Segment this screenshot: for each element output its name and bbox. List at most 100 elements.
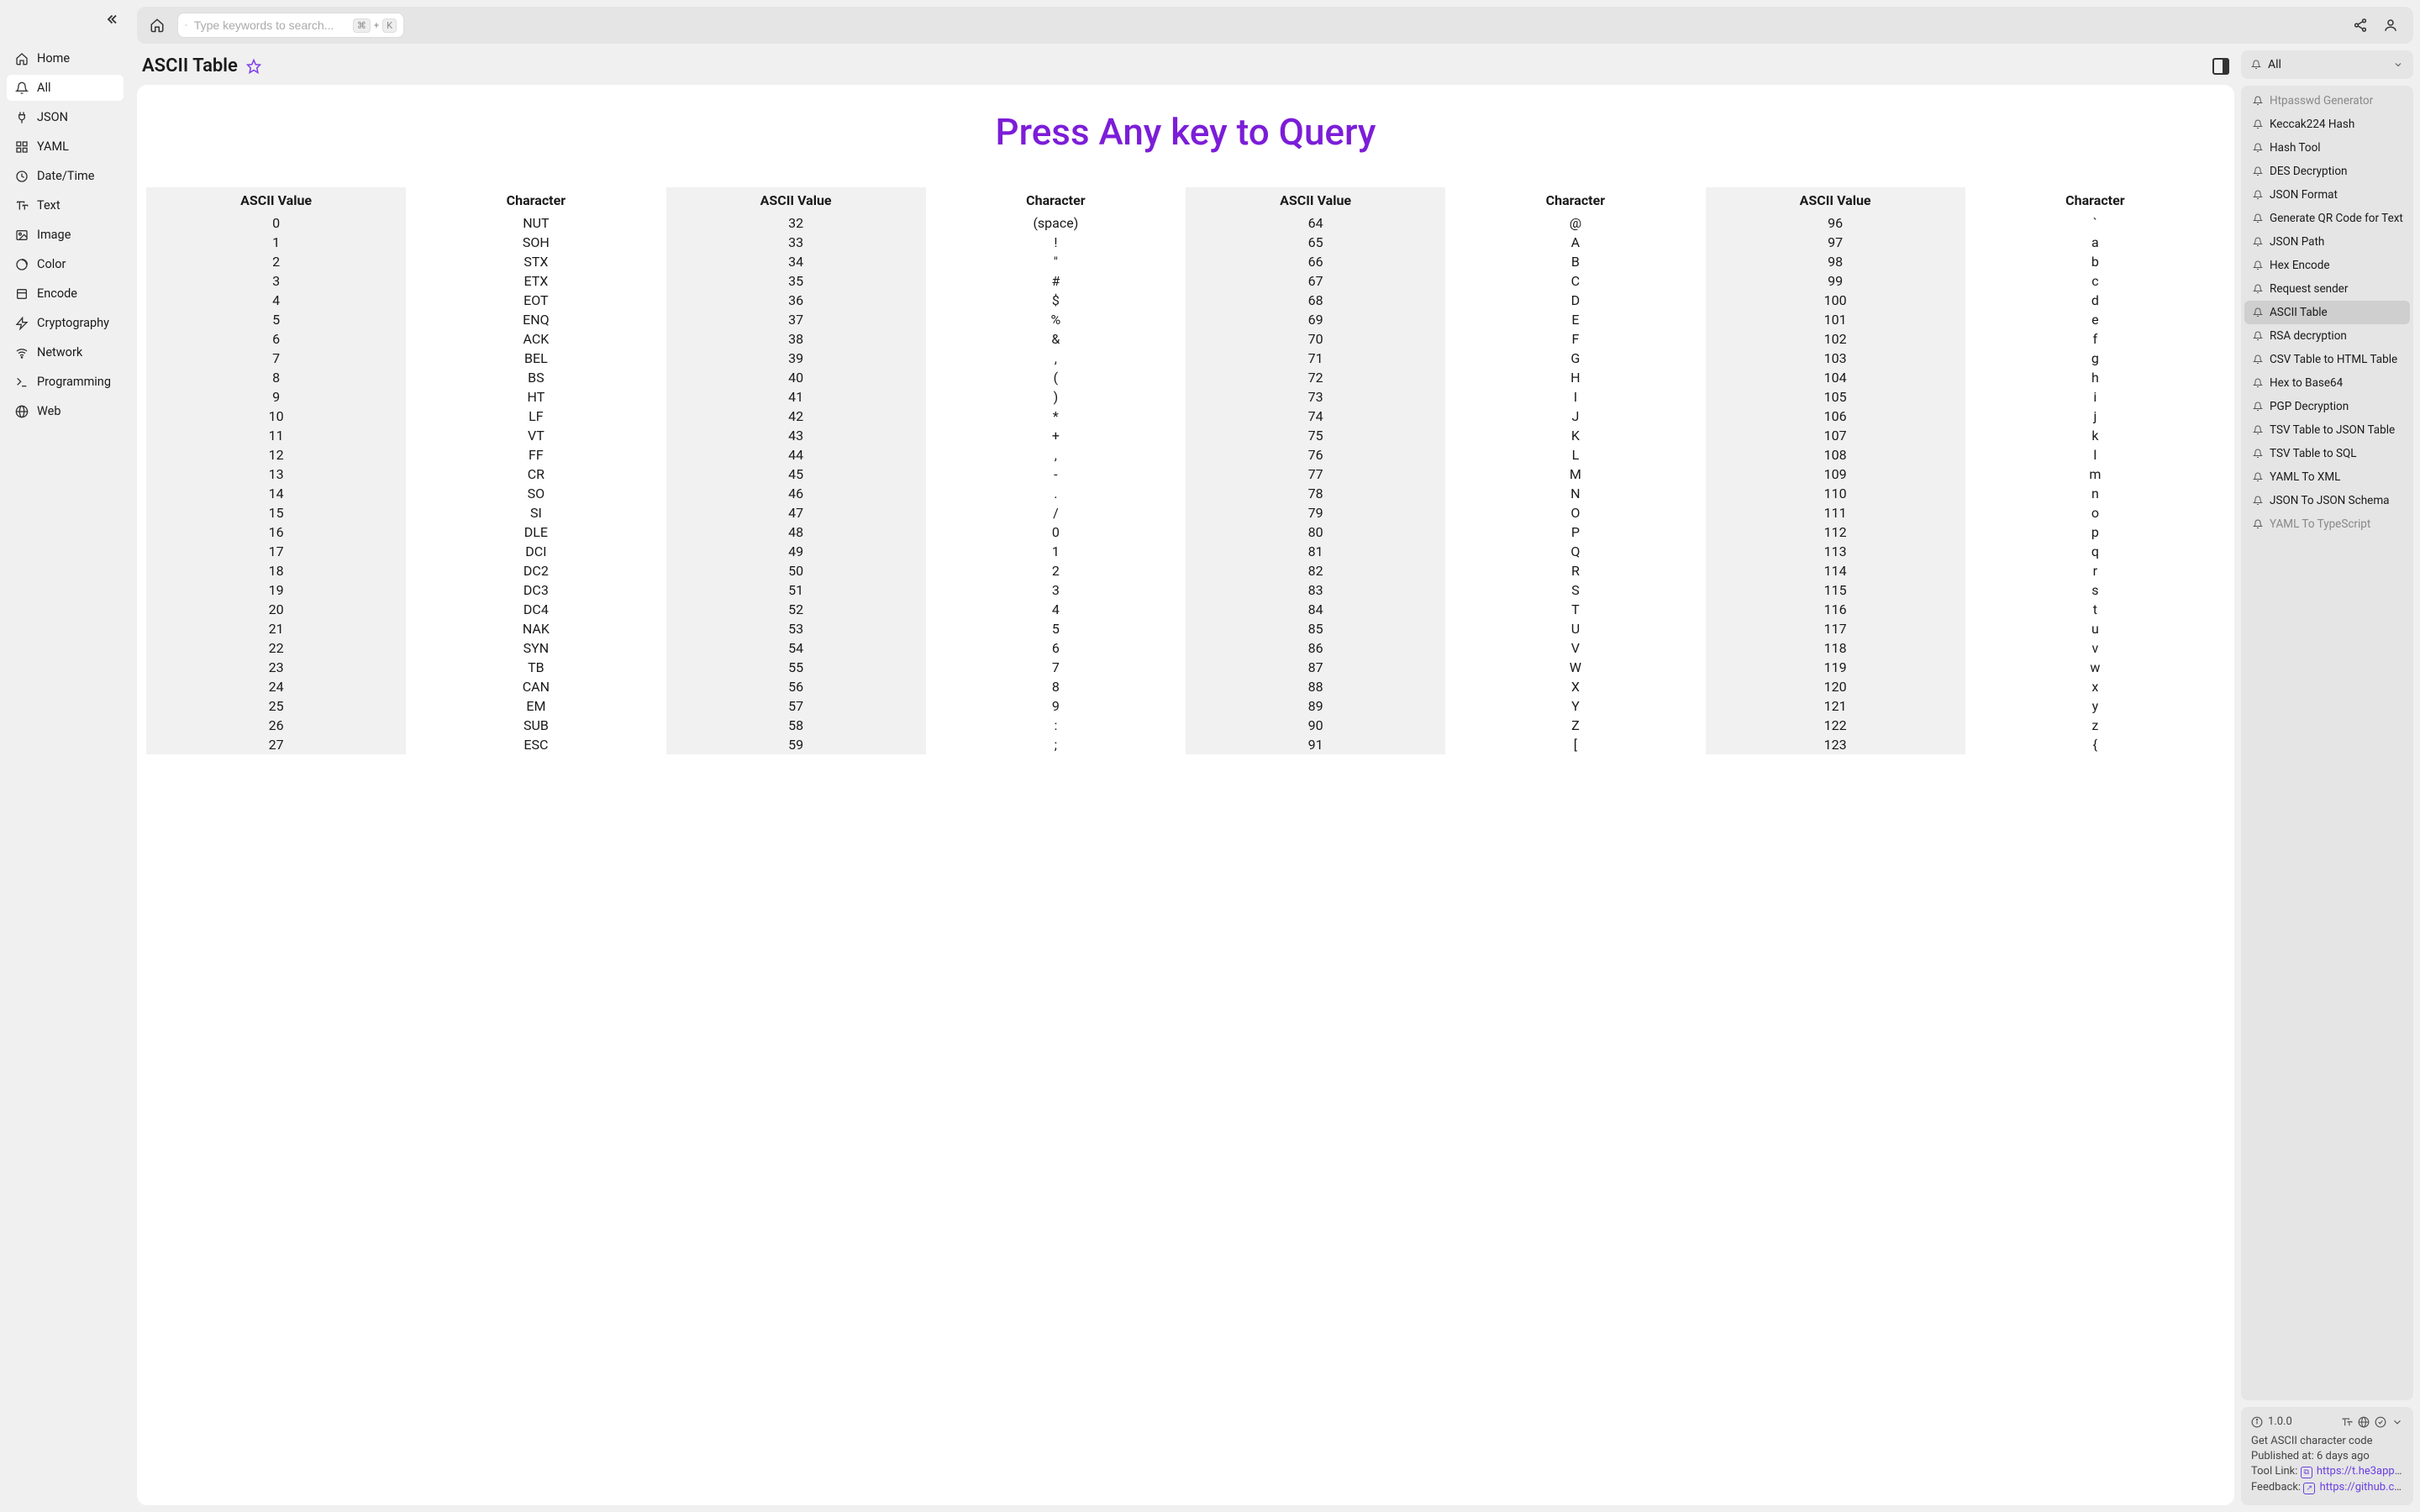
tool-list-item-label: JSON Path bbox=[2270, 235, 2324, 249]
table-cell: 49 bbox=[666, 542, 926, 561]
sidebar-item-text[interactable]: Text bbox=[7, 192, 124, 218]
tool-list-item[interactable]: YAML To XML bbox=[2244, 465, 2410, 489]
table-cell: * bbox=[926, 407, 1186, 426]
table-cell: 82 bbox=[1186, 561, 1445, 580]
table-cell: i bbox=[1965, 387, 2225, 407]
tool-list-item[interactable]: DES Decryption bbox=[2244, 160, 2410, 183]
table-cell: EM bbox=[406, 696, 666, 716]
table-cell: 39 bbox=[666, 349, 926, 368]
table-cell: 5 bbox=[146, 310, 406, 329]
right-panel-filter-dropdown[interactable]: All bbox=[2241, 50, 2413, 79]
tool-list-item[interactable]: TSV Table to SQL bbox=[2244, 442, 2410, 465]
tool-list-item[interactable]: Keccak224 Hash bbox=[2244, 113, 2410, 136]
sidebar-item-programming[interactable]: Programming bbox=[7, 369, 124, 395]
table-cell: SI bbox=[406, 503, 666, 522]
sidebar-item-encode[interactable]: Encode bbox=[7, 281, 124, 307]
tool-list-item[interactable]: CSV Table to HTML Table bbox=[2244, 348, 2410, 371]
tool-list-item[interactable]: JSON To JSON Schema bbox=[2244, 489, 2410, 512]
page-title: ASCII Table bbox=[142, 55, 238, 76]
headline: Press Any key to Query bbox=[142, 110, 2229, 154]
tool-list[interactable]: Htpasswd Generator Keccak224 Hash Hash Too… bbox=[2244, 89, 2410, 1397]
tool-list-item[interactable]: Request sender bbox=[2244, 277, 2410, 301]
search-box[interactable]: ⌘ + K bbox=[177, 13, 404, 38]
table-cell: 53 bbox=[666, 619, 926, 638]
table-row: 0NUT32(space)64@96` bbox=[146, 213, 2225, 233]
table-row: 23TB55787W119w bbox=[146, 658, 2225, 677]
tool-list-item-label: Generate QR Code for Text bbox=[2270, 212, 2403, 225]
table-cell: DC3 bbox=[406, 580, 666, 600]
external-link-icon[interactable]: ↗ bbox=[2303, 1483, 2315, 1494]
table-header: ASCII Value bbox=[666, 187, 926, 213]
table-cell: 56 bbox=[666, 677, 926, 696]
sidebar-item-cryptography[interactable]: Cryptography bbox=[7, 310, 124, 336]
table-cell: 68 bbox=[1186, 291, 1445, 310]
table-cell: 6 bbox=[926, 638, 1186, 658]
tool-list-item[interactable]: Htpasswd Generator bbox=[2244, 89, 2410, 113]
tool-list-item[interactable]: Generate QR Code for Text bbox=[2244, 207, 2410, 230]
sidebar-item-yaml[interactable]: YAML bbox=[7, 134, 124, 160]
table-cell: 4 bbox=[926, 600, 1186, 619]
table-cell: H bbox=[1445, 368, 1705, 387]
tool-list-item[interactable]: TSV Table to JSON Table bbox=[2244, 418, 2410, 442]
sidebar-item-date-time[interactable]: Date/Time bbox=[7, 163, 124, 189]
table-cell: SYN bbox=[406, 638, 666, 658]
favorite-star-button[interactable] bbox=[246, 59, 261, 74]
sidebar-item-all[interactable]: All bbox=[7, 75, 124, 101]
chevron-down-icon[interactable] bbox=[2391, 1416, 2403, 1428]
table-cell: 23 bbox=[146, 658, 406, 677]
table-cell: 115 bbox=[1706, 580, 1965, 600]
tool-list-item[interactable]: RSA decryption bbox=[2244, 324, 2410, 348]
feedback-link[interactable]: https://github.com/… bbox=[2320, 1481, 2403, 1494]
tool-list-item[interactable]: YAML To TypeScript bbox=[2244, 512, 2410, 536]
table-header: ASCII Value bbox=[1706, 187, 1965, 213]
check-circle-icon[interactable] bbox=[2375, 1416, 2386, 1428]
sidebar-item-home[interactable]: Home bbox=[7, 45, 124, 71]
bell-icon bbox=[2253, 378, 2263, 388]
bell-icon bbox=[2253, 190, 2263, 200]
tool-list-item[interactable]: Hex Encode bbox=[2244, 254, 2410, 277]
tool-list-item-label: ASCII Table bbox=[2270, 306, 2328, 319]
sidebar-item-web[interactable]: Web bbox=[7, 398, 124, 424]
sidebar-collapse-button[interactable] bbox=[103, 12, 118, 27]
sidebar-item-color[interactable]: Color bbox=[7, 251, 124, 277]
sidebar-item-network[interactable]: Network bbox=[7, 339, 124, 365]
table-cell: + bbox=[926, 426, 1186, 445]
table-cell: n bbox=[1965, 484, 2225, 503]
table-cell: BS bbox=[406, 368, 666, 387]
tool-list-item[interactable]: Hex to Base64 bbox=[2244, 371, 2410, 395]
tool-link[interactable]: https://t.he3app.co… bbox=[2317, 1465, 2403, 1478]
tool-list-item[interactable]: ASCII Table bbox=[2244, 301, 2410, 324]
table-row: 1SOH33!65A97a bbox=[146, 233, 2225, 252]
tool-list-item[interactable]: PGP Decryption bbox=[2244, 395, 2410, 418]
search-input[interactable] bbox=[194, 18, 346, 32]
tool-list-item-label: Keccak224 Hash bbox=[2270, 118, 2354, 131]
table-cell: Z bbox=[1445, 716, 1705, 735]
home-button[interactable] bbox=[145, 13, 169, 37]
table-cell: 34 bbox=[666, 252, 926, 271]
table-cell: 42 bbox=[666, 407, 926, 426]
toggle-right-panel-button[interactable] bbox=[2212, 58, 2229, 75]
tool-list-item[interactable]: JSON Format bbox=[2244, 183, 2410, 207]
table-row: 8BS40(72H104h bbox=[146, 368, 2225, 387]
copy-icon[interactable]: ⧉ bbox=[2301, 1467, 2312, 1478]
table-cell: 13 bbox=[146, 465, 406, 484]
table-cell: 109 bbox=[1706, 465, 1965, 484]
table-cell: 7 bbox=[926, 658, 1186, 677]
share-icon[interactable] bbox=[2353, 18, 2368, 33]
tool-list-item[interactable]: Hash Tool bbox=[2244, 136, 2410, 160]
sidebar-item-json[interactable]: JSON bbox=[7, 104, 124, 130]
table-cell: F bbox=[1445, 329, 1705, 349]
table-cell: @ bbox=[1445, 213, 1705, 233]
sidebar-item-image[interactable]: Image bbox=[7, 222, 124, 248]
globe-icon[interactable] bbox=[2358, 1416, 2370, 1428]
table-cell: x bbox=[1965, 677, 2225, 696]
table-cell: 112 bbox=[1706, 522, 1965, 542]
table-row: 2STX34"66B98b bbox=[146, 252, 2225, 271]
content-scroll[interactable]: Press Any key to Query ASCII ValueCharac… bbox=[137, 85, 2234, 1505]
table-cell: 76 bbox=[1186, 445, 1445, 465]
user-icon[interactable] bbox=[2383, 18, 2398, 33]
text-size-icon[interactable] bbox=[2341, 1416, 2353, 1428]
tool-list-item[interactable]: JSON Path bbox=[2244, 230, 2410, 254]
table-row: 25EM57989Y121y bbox=[146, 696, 2225, 716]
table-cell: X bbox=[1445, 677, 1705, 696]
